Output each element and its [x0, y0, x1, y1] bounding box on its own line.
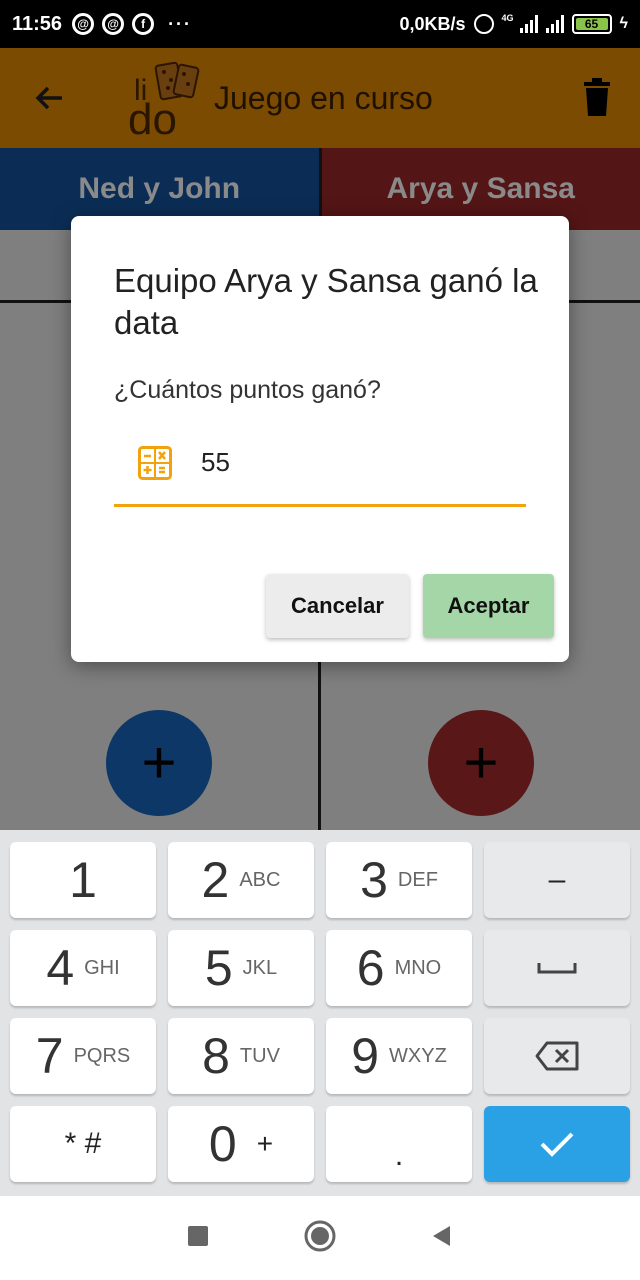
- key-space[interactable]: [484, 930, 630, 1006]
- key-7[interactable]: 7 PQRS: [10, 1018, 156, 1094]
- home-button[interactable]: [303, 1219, 337, 1258]
- back-arrow-icon[interactable]: [20, 68, 80, 128]
- points-input[interactable]: [201, 442, 521, 482]
- minus-icon: –: [548, 863, 566, 896]
- key-star-hash[interactable]: * #: [10, 1106, 156, 1182]
- points-dialog: Equipo Arya y Sansa ganó la data ¿Cuánto…: [71, 216, 569, 662]
- checkmark-icon: [540, 1132, 574, 1157]
- key-8[interactable]: 8 TUV: [168, 1018, 314, 1094]
- divider: [0, 300, 72, 303]
- status-time: 11:56: [12, 12, 63, 35]
- dialog-title: Equipo Arya y Sansa ganó la data: [114, 262, 538, 341]
- network-type: 4G: [501, 12, 514, 23]
- battery-icon: 65: [571, 14, 612, 34]
- back-button[interactable]: [430, 1224, 454, 1253]
- key-backspace[interactable]: [484, 1018, 630, 1094]
- key-done[interactable]: [484, 1106, 630, 1182]
- app-bar: li do Juego en curso: [0, 48, 640, 148]
- calculator-icon: [138, 446, 172, 480]
- battery-level: 65: [584, 17, 599, 31]
- charging-icon: ϟ: [619, 15, 628, 32]
- system-nav-bar: [0, 1196, 640, 1280]
- facebook-icon: f: [132, 13, 155, 35]
- add-points-right-button[interactable]: +: [428, 710, 534, 816]
- key-1[interactable]: 1: [10, 842, 156, 918]
- dialog-question: ¿Cuántos puntos ganó?: [114, 376, 381, 404]
- alarm-icon: [473, 14, 494, 34]
- divider: [566, 300, 640, 303]
- plus-icon: +: [463, 729, 499, 796]
- signal-icon: [519, 15, 538, 33]
- key-3[interactable]: 3 DEF: [326, 842, 472, 918]
- key-2[interactable]: 2 ABC: [168, 842, 314, 918]
- input-underline: [114, 504, 526, 507]
- plus-icon: +: [141, 729, 177, 796]
- accept-button[interactable]: Aceptar: [423, 574, 554, 638]
- notification-icon: @: [102, 13, 125, 35]
- cancel-button[interactable]: Cancelar: [266, 574, 409, 638]
- key-minus[interactable]: –: [484, 842, 630, 918]
- key-5[interactable]: 5 JKL: [168, 930, 314, 1006]
- numeric-keyboard: 1 2 ABC 3 DEF – 4 GHI 5 JKL 6 MNO 7 PQRS 8 TUV …: [0, 830, 640, 1196]
- backspace-icon: [535, 1041, 579, 1071]
- more-notifications-icon: ···: [168, 13, 193, 34]
- page-title: Juego en curso: [214, 79, 433, 116]
- app-logo: li do: [126, 58, 206, 144]
- key-4[interactable]: 4 GHI: [10, 930, 156, 1006]
- svg-text:do: do: [128, 95, 177, 138]
- key-period[interactable]: .: [326, 1106, 472, 1182]
- key-0[interactable]: 0 +: [168, 1106, 314, 1182]
- space-icon: [537, 963, 577, 974]
- data-speed: 0,0KB/s: [399, 13, 466, 34]
- status-bar: 11:56 @ @ f ··· 0,0KB/s 4G 65 ϟ: [0, 0, 640, 48]
- notification-icon: @: [72, 13, 95, 35]
- recent-apps-button[interactable]: [186, 1224, 210, 1253]
- key-9[interactable]: 9 WXYZ: [326, 1018, 472, 1094]
- add-points-left-button[interactable]: +: [106, 710, 212, 816]
- signal-icon: [545, 15, 564, 33]
- trash-icon[interactable]: [582, 78, 612, 118]
- key-6[interactable]: 6 MNO: [326, 930, 472, 1006]
